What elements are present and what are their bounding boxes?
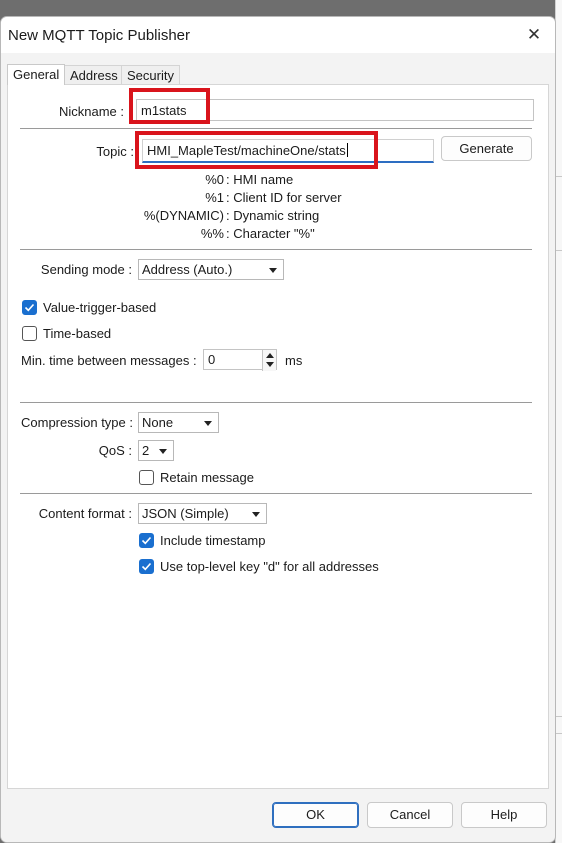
time-based-label: Time-based [43,326,112,341]
divider [20,249,532,250]
min-time-value: 0 [208,352,216,367]
placeholder-desc: : Character "%" [226,226,315,241]
chevron-up-icon [266,353,274,358]
background-divider [556,733,562,734]
checkmark-icon [141,562,152,571]
qos-label: QoS : [98,443,132,458]
chevron-down-icon [159,449,167,454]
divider [20,128,532,129]
title-bar: New MQTT Topic Publisher ✕ [1,17,555,53]
nickname-highlight-box [129,88,210,124]
time-based-checkbox[interactable] [22,326,37,341]
content-format-label: Content format : [38,506,132,521]
content-format-dropdown[interactable]: JSON (Simple) [138,503,267,524]
compression-dropdown[interactable]: None [138,412,219,433]
sending-mode-dropdown[interactable]: Address (Auto.) [138,259,284,280]
window-title: New MQTT Topic Publisher [8,27,191,44]
general-panel: Nickname : m1stats Topic : HMI_MapleTest… [7,84,549,789]
include-timestamp-checkbox[interactable] [139,533,154,548]
min-time-label: Min. time between messages : [21,353,197,368]
sending-mode-label: Sending mode : [40,262,132,277]
placeholder-desc: : Client ID for server [226,190,342,205]
top-level-key-checkbox[interactable] [139,559,154,574]
background-divider [556,250,562,251]
chevron-down-icon [266,362,274,367]
divider [20,493,532,494]
sending-mode-value: Address (Auto.) [142,262,233,277]
compression-value: None [142,415,174,430]
help-button[interactable]: Help [461,802,547,828]
dialog-footer: OK Cancel Help [1,789,555,842]
qos-value: 2 [142,443,150,458]
placeholder-desc: : Dynamic string [226,208,320,223]
stepper-arrows[interactable] [262,350,276,371]
retain-message-checkbox[interactable] [139,470,154,485]
chevron-down-icon [269,268,277,273]
include-timestamp-label: Include timestamp [160,533,266,548]
placeholder-code: %(DYNAMIC) [143,208,224,223]
tab-security[interactable]: Security [121,65,180,84]
content-format-value: JSON (Simple) [142,506,229,521]
tab-general[interactable]: General [7,64,66,85]
checkmark-icon [141,536,152,545]
min-time-stepper[interactable]: 0 [203,349,277,371]
tab-address[interactable]: Address [64,65,124,84]
qos-dropdown[interactable]: 2 [138,440,174,461]
placeholder-code: %% [200,226,224,241]
generate-button[interactable]: Generate [441,136,532,161]
placeholder-code: %0 [205,172,224,187]
placeholder-code: %1 [205,190,224,205]
ok-button[interactable]: OK [272,802,359,828]
cancel-button[interactable]: Cancel [367,802,453,828]
background-divider [556,176,562,177]
topic-label: Topic : [96,144,134,159]
mqtt-publisher-dialog: New MQTT Topic Publisher ✕ General Addre… [0,16,556,843]
placeholder-desc: : HMI name [226,172,294,187]
chevron-down-icon [252,512,260,517]
top-level-key-label: Use top-level key "d" for all addresses [160,559,379,574]
nickname-label: Nickname : [58,104,124,119]
value-trigger-label: Value-trigger-based [43,300,157,315]
chevron-down-icon [204,421,212,426]
background-divider [556,716,562,717]
value-trigger-checkbox[interactable] [22,300,37,315]
compression-label: Compression type : [21,415,133,430]
divider [20,402,532,403]
close-icon[interactable]: ✕ [519,20,549,50]
retain-message-label: Retain message [160,470,254,485]
topic-highlight-box [135,131,378,169]
min-time-unit: ms [285,353,303,368]
checkmark-icon [24,303,35,312]
